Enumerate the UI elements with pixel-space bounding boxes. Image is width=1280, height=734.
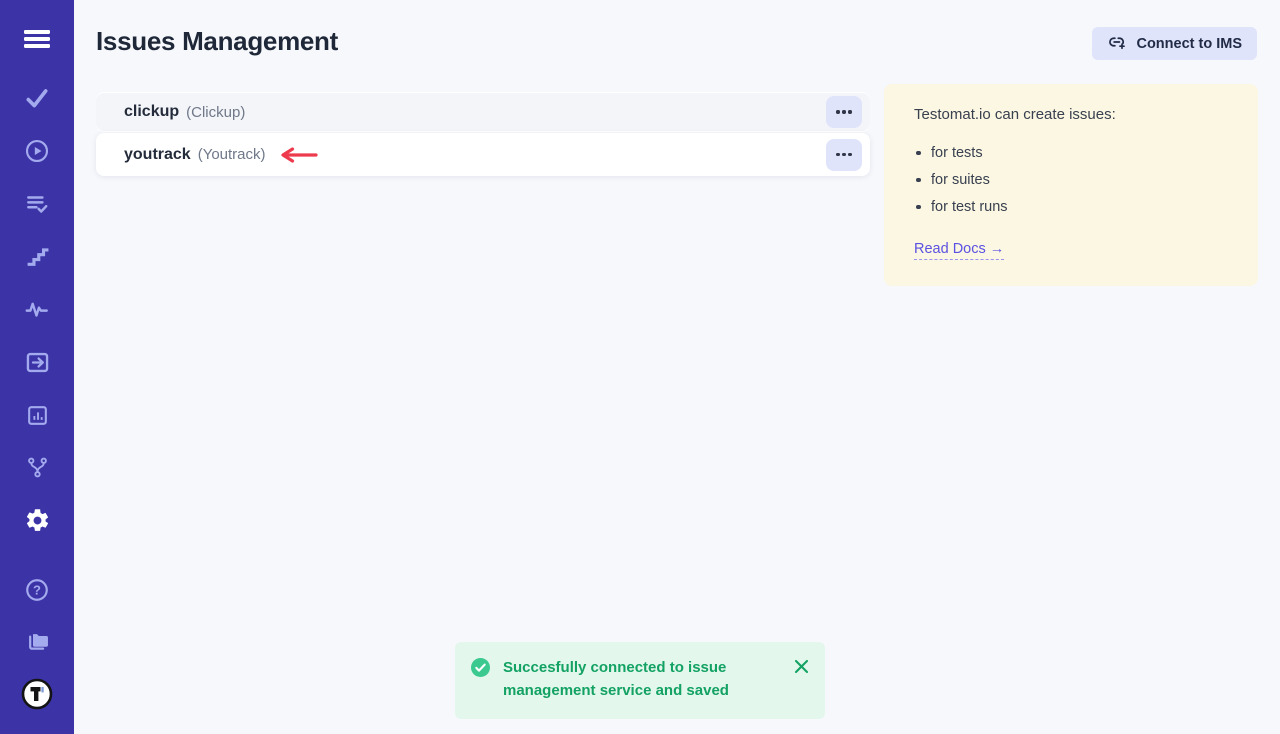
info-panel-item: for test runs xyxy=(914,199,1228,215)
row-menu-button[interactable] xyxy=(826,139,862,171)
issue-type: (Youtrack) xyxy=(198,146,266,163)
ellipsis-icon xyxy=(836,110,839,113)
sidebar-nav xyxy=(24,85,51,534)
issues-list: clickup (Clickup) youtrack (Youtrack) xyxy=(96,92,870,176)
success-check-icon xyxy=(471,658,490,682)
runs-play-icon[interactable] xyxy=(24,138,50,164)
ellipsis-icon xyxy=(842,110,845,113)
import-icon[interactable] xyxy=(24,349,51,376)
info-panel-heading: Testomat.io can create issues: xyxy=(914,106,1228,123)
red-left-arrow-icon xyxy=(276,147,318,163)
menu-icon[interactable] xyxy=(22,27,52,51)
ellipsis-icon xyxy=(848,110,851,113)
issue-type: (Clickup) xyxy=(186,104,245,121)
connect-to-ims-button[interactable]: Connect to IMS xyxy=(1092,27,1257,60)
steps-icon[interactable] xyxy=(25,244,50,269)
ellipsis-icon xyxy=(836,153,839,156)
branches-icon[interactable] xyxy=(25,455,50,480)
success-toast: Succesfully connected to issue managemen… xyxy=(455,642,825,719)
svg-text:?: ? xyxy=(33,583,41,598)
ellipsis-icon xyxy=(842,153,845,156)
toast-message: Succesfully connected to issue managemen… xyxy=(503,656,761,703)
reports-chart-icon[interactable] xyxy=(25,403,50,428)
page-title: Issues Management xyxy=(96,26,338,57)
testomat-logo[interactable] xyxy=(21,678,53,710)
tests-check-icon[interactable] xyxy=(24,85,50,111)
info-panel-list: for tests for suites for test runs xyxy=(914,145,1228,215)
help-icon[interactable]: ? xyxy=(24,577,50,603)
ellipsis-icon xyxy=(848,153,851,156)
info-panel: Testomat.io can create issues: for tests… xyxy=(884,84,1258,286)
read-docs-link[interactable]: Read Docs → xyxy=(914,241,1004,260)
row-menu-button[interactable] xyxy=(826,96,862,128)
issue-row-clickup[interactable]: clickup (Clickup) xyxy=(96,92,870,132)
info-panel-item: for suites xyxy=(914,172,1228,188)
issue-row-youtrack[interactable]: youtrack (Youtrack) xyxy=(96,133,870,176)
sidebar-bottom: ? xyxy=(21,577,53,734)
projects-folder-icon[interactable] xyxy=(24,627,51,654)
connect-button-label: Connect to IMS xyxy=(1136,36,1242,52)
add-link-icon xyxy=(1107,32,1127,56)
info-panel-item: for tests xyxy=(914,145,1228,161)
issue-name: youtrack xyxy=(124,146,191,164)
plans-list-check-icon[interactable] xyxy=(24,191,50,217)
issue-name: clickup xyxy=(124,103,179,121)
settings-gear-icon[interactable] xyxy=(24,507,51,534)
close-icon[interactable] xyxy=(794,659,809,674)
analytics-pulse-icon[interactable] xyxy=(24,296,50,322)
sidebar: ? xyxy=(0,0,74,734)
